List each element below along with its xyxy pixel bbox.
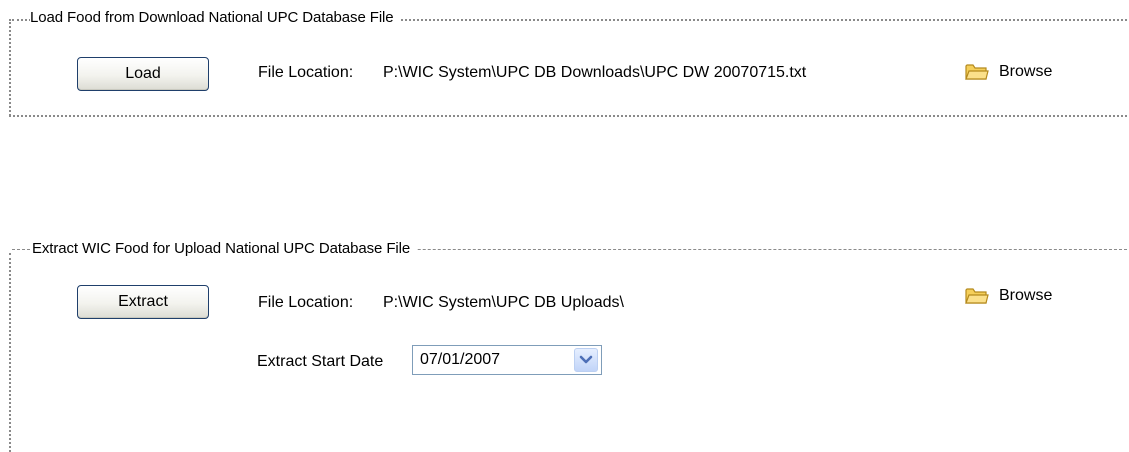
- extract-start-date-value: 07/01/2007: [420, 351, 501, 368]
- extract-button[interactable]: Extract: [77, 285, 209, 319]
- extract-browse-label: Browse: [999, 287, 1053, 304]
- load-group-left-border: [9, 19, 11, 116]
- extract-browse-button[interactable]: Browse: [965, 287, 1052, 305]
- extract-groupbox: Extract WIC Food for Upload National UPC…: [0, 230, 1129, 452]
- load-groupbox: Load Food from Download National UPC Dat…: [0, 0, 1129, 120]
- chevron-down-icon[interactable]: [574, 348, 598, 372]
- load-group-title: Load Food from Download National UPC Dat…: [30, 9, 400, 26]
- folder-icon: [965, 288, 989, 304]
- extract-group-left-border: [9, 253, 11, 452]
- load-browse-button[interactable]: Browse: [965, 63, 1052, 81]
- load-button[interactable]: Load: [77, 57, 209, 91]
- load-group-bottom-border: [9, 115, 1127, 117]
- extract-file-location-value: P:\WIC System\UPC DB Uploads\: [383, 294, 624, 311]
- upc-database-page: Load Food from Download National UPC Dat…: [0, 0, 1129, 452]
- extract-group-title: Extract WIC Food for Upload National UPC…: [32, 240, 417, 257]
- extract-start-date-label: Extract Start Date: [257, 353, 384, 370]
- load-file-location-label: File Location:: [258, 64, 354, 81]
- extract-file-location-label: File Location:: [258, 294, 354, 311]
- folder-icon: [965, 64, 989, 80]
- extract-start-date-select[interactable]: 07/01/2007: [412, 345, 602, 375]
- load-file-location-value: P:\WIC System\UPC DB Downloads\UPC DW 20…: [383, 64, 807, 81]
- load-browse-label: Browse: [999, 63, 1053, 80]
